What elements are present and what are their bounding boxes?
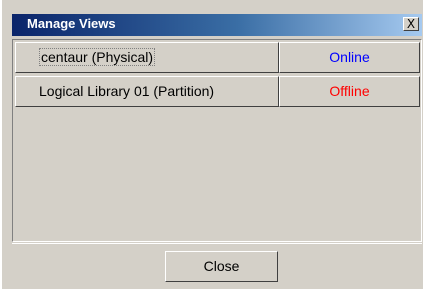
title-bar[interactable]: Manage Views X xyxy=(12,14,422,36)
views-list: centaur (Physical) Online Logical Librar… xyxy=(12,39,422,242)
view-status-label: Online xyxy=(329,49,370,65)
view-name-label: centaur (Physical) xyxy=(39,48,156,66)
manage-views-dialog: Manage Views X centaur (Physical) Online… xyxy=(2,0,423,289)
dialog-title: Manage Views xyxy=(27,16,116,31)
view-name-cell[interactable]: centaur (Physical) xyxy=(15,42,279,73)
view-name-label: Logical Library 01 (Partition) xyxy=(39,83,215,99)
view-status-cell[interactable]: Online xyxy=(279,42,420,73)
view-status-cell[interactable]: Offline xyxy=(279,76,420,107)
close-window-icon[interactable]: X xyxy=(403,17,419,31)
divider xyxy=(12,243,422,244)
view-status-label: Offline xyxy=(329,83,370,99)
view-name-cell[interactable]: Logical Library 01 (Partition) xyxy=(15,76,279,107)
close-button[interactable]: Close xyxy=(165,251,278,282)
